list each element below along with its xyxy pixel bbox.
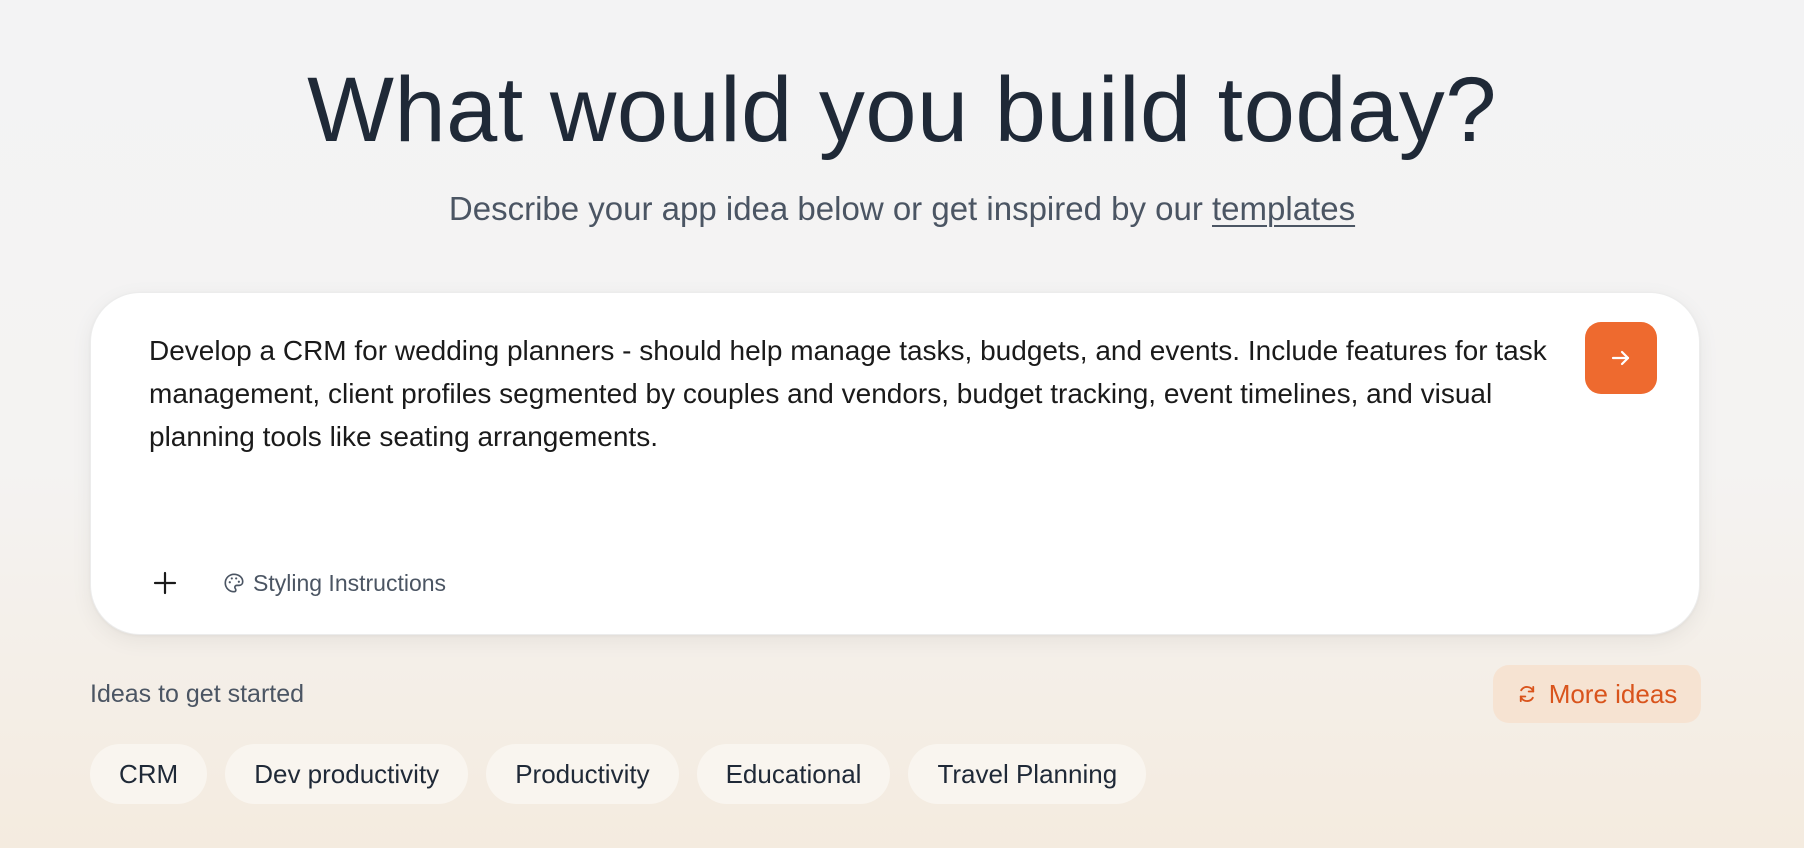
refresh-icon	[1517, 684, 1537, 704]
more-ideas-label: More ideas	[1548, 678, 1678, 709]
styling-instructions-button[interactable]: Styling Instructions	[219, 561, 450, 605]
add-attachment-button[interactable]	[143, 561, 187, 605]
idea-chip-productivity[interactable]: Productivity	[486, 744, 679, 804]
palette-icon	[223, 572, 245, 594]
idea-chip-crm[interactable]: CRM	[90, 744, 208, 804]
idea-chip-travel-planning[interactable]: Travel Planning	[908, 744, 1147, 804]
ideas-label: Ideas to get started	[90, 680, 305, 708]
page: What would you build today? Describe you…	[0, 0, 1804, 848]
arrow-right-icon	[1609, 346, 1633, 370]
idea-chip-dev-productivity[interactable]: Dev productivity	[225, 744, 469, 804]
page-subtitle: Describe your app idea below or get insp…	[0, 187, 1804, 231]
plus-icon	[153, 571, 177, 595]
idea-chip-educational[interactable]: Educational	[696, 744, 891, 804]
idea-chips: CRM Dev productivity Productivity Educat…	[90, 744, 1147, 804]
styling-instructions-label: Styling Instructions	[253, 569, 447, 596]
page-title: What would you build today?	[307, 59, 1497, 161]
more-ideas-button[interactable]: More ideas	[1493, 665, 1701, 723]
templates-link[interactable]: templates	[1212, 190, 1355, 227]
subtitle-text: Describe your app idea below or get insp…	[448, 190, 1212, 227]
prompt-input[interactable]: Develop a CRM for wedding planners - sho…	[149, 329, 1579, 458]
prompt-card: Develop a CRM for wedding planners - sho…	[90, 292, 1700, 635]
send-button[interactable]	[1585, 322, 1657, 394]
